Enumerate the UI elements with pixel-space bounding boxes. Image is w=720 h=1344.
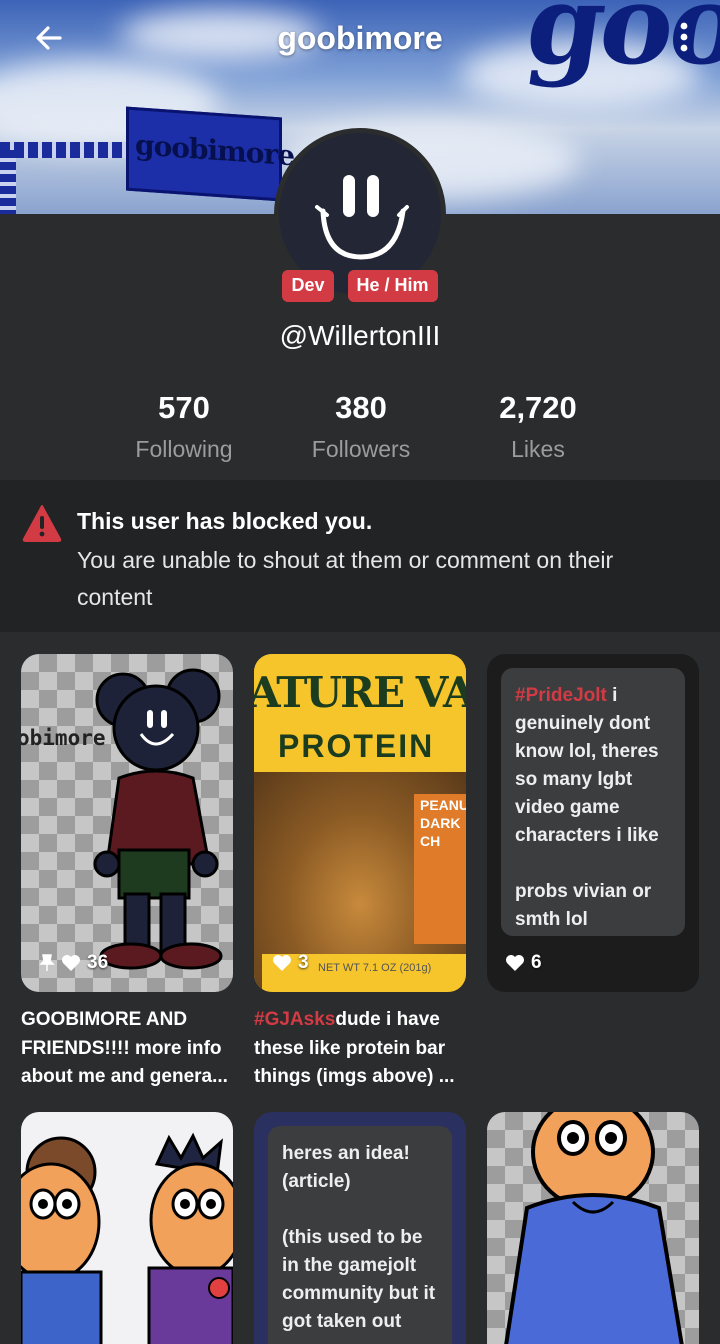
- stat-likes-count: 2,720: [499, 390, 577, 425]
- warning-icon: [22, 505, 62, 542]
- banner-post: [0, 150, 16, 214]
- post-likes-count: 3: [298, 952, 309, 973]
- more-vertical-icon: [680, 22, 688, 52]
- stat-likes[interactable]: 2,720 Likes: [450, 390, 626, 463]
- characters-illustration: [21, 1132, 233, 1344]
- username: @WillertonIII: [279, 320, 441, 351]
- pin-icon: [39, 954, 55, 971]
- profile-stats: 570 Following 380 Followers 2,720 Likes: [96, 390, 626, 463]
- post-card[interactable]: [487, 1112, 699, 1344]
- banner-rail: [0, 142, 130, 158]
- profile-tags: Dev He / Him: [0, 270, 720, 302]
- more-options-button[interactable]: [672, 18, 696, 58]
- stat-likes-label: Likes: [511, 436, 565, 462]
- post-hashtag[interactable]: #GJAsks: [254, 1009, 335, 1030]
- stat-followers-label: Followers: [311, 436, 411, 462]
- post-thumbnail[interactable]: #PrideJolt i genuinely dont know lol, th…: [487, 654, 699, 992]
- post-hashtag[interactable]: #PrideJolt: [515, 685, 607, 706]
- post-thumbnail[interactable]: ATURE VALL PROTEIN PEANUT DARK CH NET WT…: [254, 654, 466, 992]
- banner-sign-text: goobimore: [135, 128, 295, 173]
- thumb-side-1: PEANUT: [420, 797, 466, 813]
- heart-icon: [62, 955, 80, 971]
- top-app-bar: goobimore: [0, 0, 720, 76]
- post-card[interactable]: ATURE VALL PROTEIN PEANUT DARK CH NET WT…: [254, 654, 466, 1092]
- heart-icon: [273, 955, 291, 971]
- notice-text: You are unable to shout at them or comme…: [77, 547, 614, 610]
- stat-followers-count: 380: [335, 390, 387, 425]
- stat-following-count: 570: [158, 390, 210, 425]
- post-caption[interactable]: #GJAsksdude i have these like protein ba…: [254, 1006, 466, 1092]
- post-thumbnail[interactable]: obimore 36: [21, 654, 233, 992]
- page-title: goobimore: [277, 20, 443, 56]
- thumb-side-2: DARK CH: [420, 815, 461, 849]
- character-illustration: [93, 668, 223, 970]
- post-likes: 3: [272, 952, 309, 974]
- text-post-faded: probs vivian or smth lol: [515, 881, 652, 930]
- banner-sign: goobimore: [126, 106, 295, 202]
- notice-title: This user has blocked you.: [77, 508, 373, 534]
- stat-followers[interactable]: 380 Followers: [273, 390, 449, 463]
- post-likes-count: 6: [531, 952, 542, 973]
- post-thumbnail[interactable]: [21, 1112, 233, 1344]
- post-caption[interactable]: GOOBIMORE AND FRIENDS!!!! more info abou…: [21, 1006, 233, 1092]
- post-card[interactable]: obimore 36 GOOBIMORE AND FRIENDS!!!! mor…: [21, 654, 233, 1092]
- post-card[interactable]: #PrideJolt i genuinely dont know lol, th…: [487, 654, 699, 992]
- post-likes-count: 36: [87, 952, 109, 973]
- thumb-subtitle: PROTEIN: [278, 728, 435, 764]
- thumb-title: ATURE VALL: [254, 668, 466, 717]
- text-post-card: heres an idea! (article) (this used to b…: [268, 1126, 452, 1344]
- post-thumbnail[interactable]: [487, 1112, 699, 1344]
- stat-following-label: Following: [135, 436, 233, 462]
- heart-icon: [506, 955, 524, 971]
- posts-grid: obimore 36 GOOBIMORE AND FRIENDS!!!! mor…: [0, 632, 720, 1344]
- tag-dev: Dev: [282, 270, 334, 302]
- blocked-notice: This user has blocked you. You are unabl…: [0, 480, 720, 632]
- text-post-body: i genuinely dont know lol, theres so man…: [515, 685, 659, 846]
- text-post-body-2: (this used to be in the gamejolt communi…: [282, 1227, 436, 1332]
- post-card[interactable]: [21, 1112, 233, 1344]
- post-likes: 6: [505, 952, 542, 974]
- character-illustration: [504, 1112, 684, 1344]
- post-card[interactable]: heres an idea! (article) (this used to b…: [254, 1112, 466, 1344]
- text-post-card: #PrideJolt i genuinely dont know lol, th…: [501, 668, 685, 936]
- stat-following[interactable]: 570 Following: [96, 390, 272, 463]
- post-likes: 36: [39, 952, 108, 974]
- thumb-weight: NET WT 7.1 OZ (201g): [318, 962, 432, 974]
- post-thumbnail[interactable]: heres an idea! (article) (this used to b…: [254, 1112, 466, 1344]
- tag-pronouns: He / Him: [347, 270, 438, 302]
- text-post-body: heres an idea! (article): [282, 1143, 410, 1192]
